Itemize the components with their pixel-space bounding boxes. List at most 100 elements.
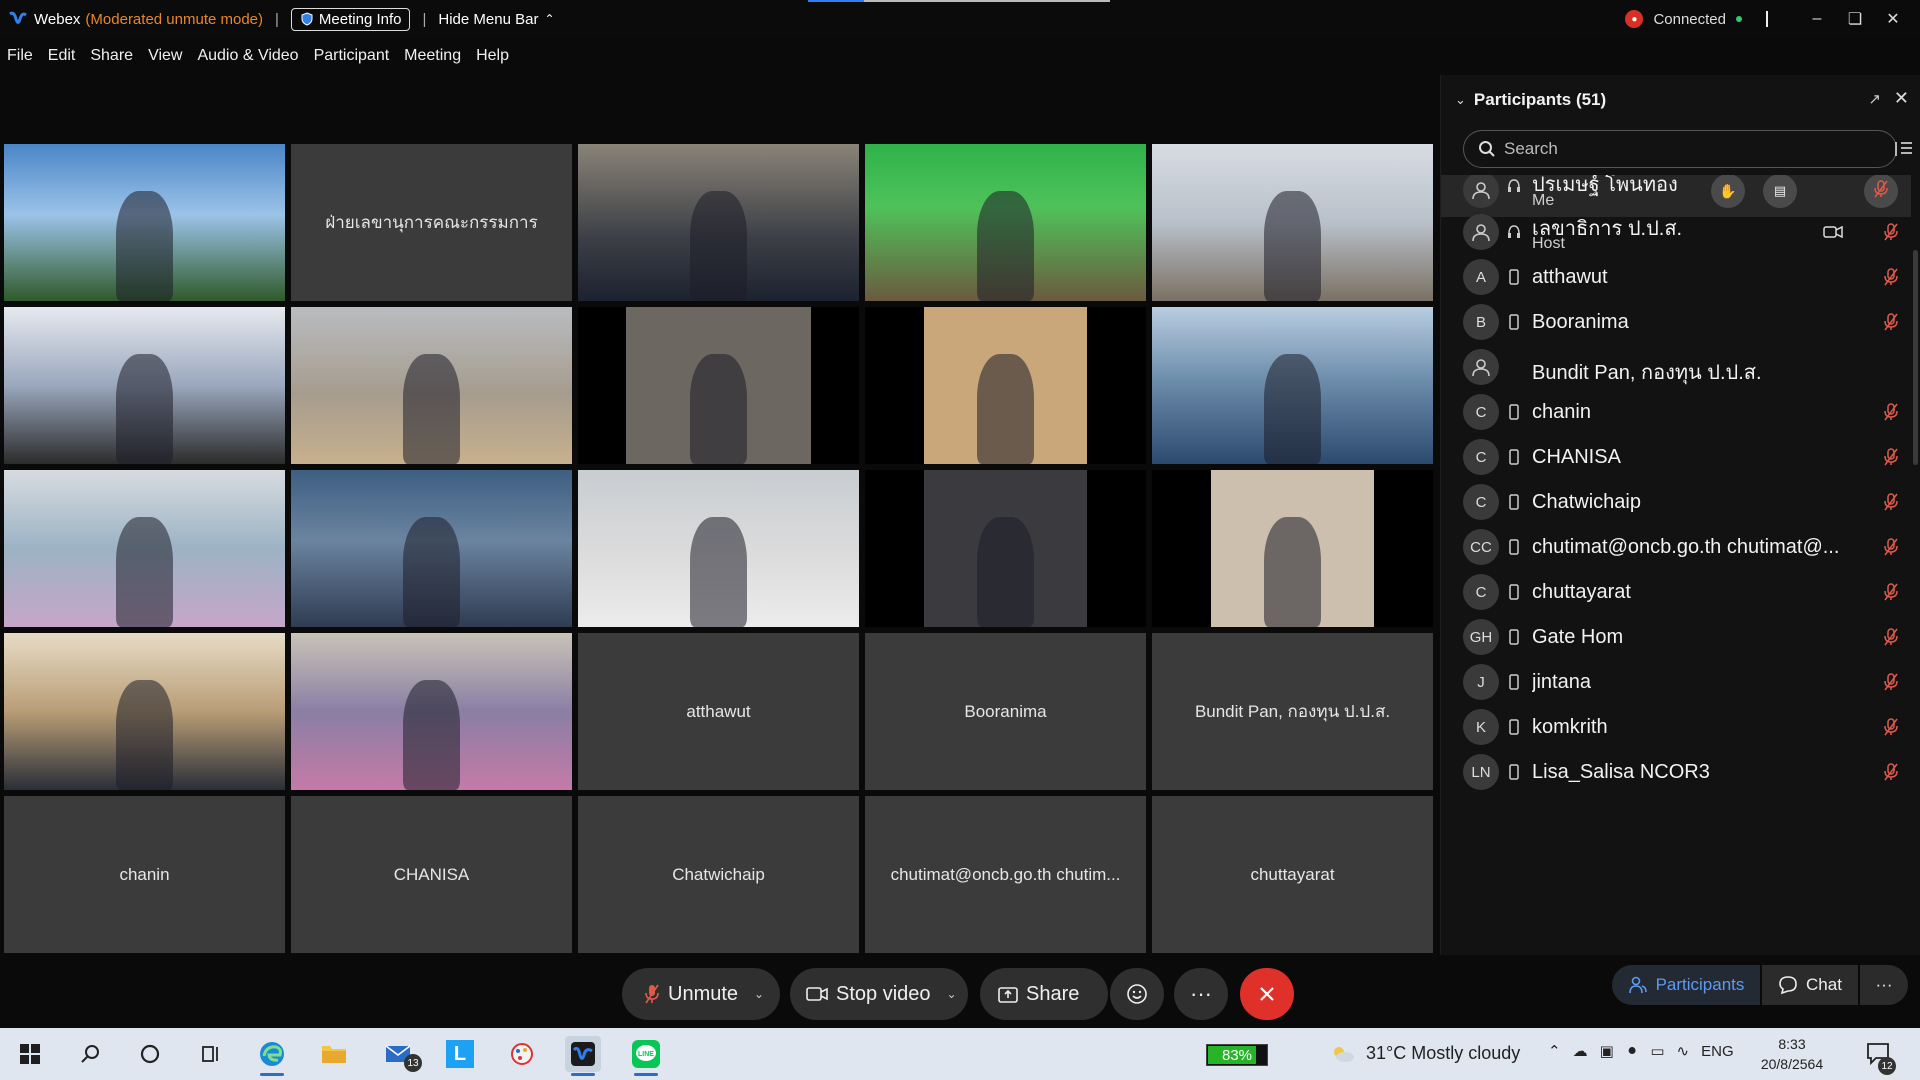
participant-row[interactable]: B Booranima [1441, 300, 1911, 345]
edge-browser-icon[interactable] [254, 1036, 290, 1076]
menu-edit[interactable]: Edit [48, 47, 76, 65]
muted-mic-icon[interactable] [1881, 717, 1901, 737]
participant-tile-name-only[interactable]: CHANISA [291, 796, 572, 953]
participant-tile-name-only[interactable]: chutimat@oncb.go.th chutim... [865, 796, 1146, 953]
mail-icon[interactable]: 13 [380, 1036, 422, 1072]
webex-app-icon[interactable] [565, 1036, 601, 1076]
hide-menu-bar-button[interactable]: Hide Menu Bar ⌃ [438, 11, 554, 28]
participant-search[interactable] [1463, 130, 1897, 168]
self-mute-button[interactable] [1864, 175, 1898, 208]
participant-tile-name-only[interactable]: chanin [4, 796, 285, 953]
muted-mic-icon[interactable] [1881, 222, 1901, 242]
participant-video-tile[interactable] [291, 470, 572, 627]
start-windows-icon[interactable] [12, 1036, 48, 1072]
participant-tile-name-only[interactable]: atthawut [578, 633, 859, 790]
line-app-icon[interactable]: LINE [628, 1036, 664, 1076]
participant-tile-name-only[interactable]: chuttayarat [1152, 796, 1433, 953]
participant-row[interactable]: Cchuttayarat [1441, 570, 1911, 615]
participant-video-tile[interactable] [4, 633, 285, 790]
muted-mic-icon[interactable] [1881, 267, 1901, 287]
file-explorer-icon[interactable] [316, 1036, 352, 1072]
collapse-chevron-icon[interactable]: ⌄ [1455, 92, 1466, 108]
battery-icon[interactable]: ▭ [1650, 1042, 1664, 1060]
language-indicator[interactable]: ENG [1701, 1043, 1734, 1060]
muted-mic-icon[interactable] [1881, 762, 1901, 782]
close-panel-icon[interactable]: ✕ [1894, 88, 1909, 109]
clock[interactable]: 8:33 20/8/2564 [1752, 1034, 1832, 1074]
minimize-button[interactable]: – [1798, 10, 1836, 28]
participant-tile-name-only[interactable]: ฝ่ายเลขานุการคณะกรรมการ [291, 144, 572, 301]
leave-meeting-button[interactable] [1240, 968, 1294, 1020]
sort-icon[interactable] [1892, 138, 1914, 160]
chevron-up-icon[interactable]: ⌃ [1548, 1042, 1561, 1060]
participant-row[interactable]: GH Gate Hom [1441, 615, 1911, 660]
participant-video-tile[interactable] [1152, 144, 1433, 301]
video-options-chevron-icon[interactable]: ⌄ [947, 987, 957, 1001]
audio-options-chevron-icon[interactable]: ⌄ [754, 987, 764, 1001]
participant-video-tile[interactable] [865, 470, 1146, 627]
camera-icon[interactable]: ▣ [1600, 1042, 1614, 1060]
caption-button[interactable]: ▤ [1763, 175, 1797, 208]
participant-video-tile[interactable] [578, 470, 859, 627]
participant-tile-name-only[interactable]: Chatwichaip [578, 796, 859, 953]
restore-button[interactable]: ❏ [1836, 9, 1874, 29]
participants-tab-button[interactable]: Participants [1612, 965, 1760, 1005]
menu-meeting[interactable]: Meeting [404, 47, 461, 65]
microphone-icon[interactable]: ⚫ [1626, 1042, 1639, 1060]
participant-video-tile[interactable] [865, 307, 1146, 464]
more-options-button[interactable]: ··· [1174, 968, 1228, 1020]
participant-video-tile[interactable] [4, 470, 285, 627]
participant-video-tile[interactable] [578, 144, 859, 301]
menu-share[interactable]: Share [90, 47, 133, 65]
muted-mic-icon[interactable] [1881, 447, 1901, 467]
menu-audio-video[interactable]: Audio & Video [197, 47, 298, 65]
muted-mic-icon[interactable] [1881, 402, 1901, 422]
stop-video-button[interactable]: Stop video ⌄ [790, 968, 968, 1020]
participant-video-tile[interactable] [1152, 307, 1433, 464]
muted-mic-icon[interactable] [1881, 582, 1901, 602]
cortana-icon[interactable] [132, 1036, 168, 1072]
participant-row[interactable]: เลขาธิการ ป.ป.ส. Host [1441, 210, 1911, 255]
participant-row[interactable]: Jjintana [1441, 660, 1911, 705]
participant-row[interactable]: Aatthawut [1441, 255, 1911, 300]
unmute-button[interactable]: Unmute ⌄ [622, 968, 780, 1020]
participant-video-tile[interactable] [291, 307, 572, 464]
muted-mic-icon[interactable] [1881, 537, 1901, 557]
participant-tile-name-only[interactable]: Bundit Pan, กองทุน ป.ป.ส. [1152, 633, 1433, 790]
chat-tab-button[interactable]: Chat [1762, 965, 1858, 1005]
meeting-info-button[interactable]: Meeting Info [290, 7, 411, 31]
participant-video-tile[interactable] [291, 633, 572, 790]
raise-hand-button[interactable]: ✋ [1711, 175, 1745, 208]
task-view-icon[interactable] [192, 1036, 228, 1072]
paint-app-icon[interactable] [504, 1036, 540, 1072]
menu-participant[interactable]: Participant [314, 47, 390, 65]
participant-row[interactable]: C Chatwichaip [1441, 480, 1911, 525]
participant-row[interactable]: Kkomkrith [1441, 705, 1911, 750]
share-button[interactable]: Share [980, 968, 1108, 1020]
menu-help[interactable]: Help [476, 47, 509, 65]
reactions-button[interactable] [1110, 968, 1164, 1020]
weather-widget[interactable]: 31°C Mostly cloudy [1330, 1043, 1520, 1064]
search-input[interactable] [1504, 139, 1864, 159]
participant-row[interactable]: Bundit Pan, กองทุน ป.ป.ส. [1441, 345, 1911, 390]
onedrive-icon[interactable]: ☁ [1573, 1042, 1588, 1060]
panel-scrollbar[interactable] [1913, 250, 1918, 465]
participant-row[interactable]: C CHANISA [1441, 435, 1911, 480]
muted-mic-icon[interactable] [1881, 492, 1901, 512]
close-window-button[interactable]: ✕ [1874, 9, 1912, 29]
muted-mic-icon[interactable] [1881, 672, 1901, 692]
participant-row[interactable]: Cchanin [1441, 390, 1911, 435]
wifi-icon[interactable]: ∿ [1677, 1042, 1690, 1060]
participant-row[interactable]: LN Lisa_Salisa NCOR3 [1441, 750, 1911, 795]
l-app-icon[interactable]: L [442, 1036, 478, 1072]
more-panels-button[interactable]: ··· [1860, 965, 1908, 1005]
participant-tile-name-only[interactable]: Booranima [865, 633, 1146, 790]
muted-mic-icon[interactable] [1881, 312, 1901, 332]
menu-file[interactable]: File [7, 47, 33, 65]
popout-icon[interactable]: ↗ [1868, 90, 1881, 108]
participant-video-tile[interactable] [1152, 470, 1433, 627]
participant-row[interactable]: CC chutimat@oncb.go.th chutimat@... [1441, 525, 1911, 570]
notification-center-icon[interactable]: 12 [1866, 1042, 1896, 1075]
participant-video-tile[interactable] [578, 307, 859, 464]
participant-video-tile[interactable] [4, 307, 285, 464]
